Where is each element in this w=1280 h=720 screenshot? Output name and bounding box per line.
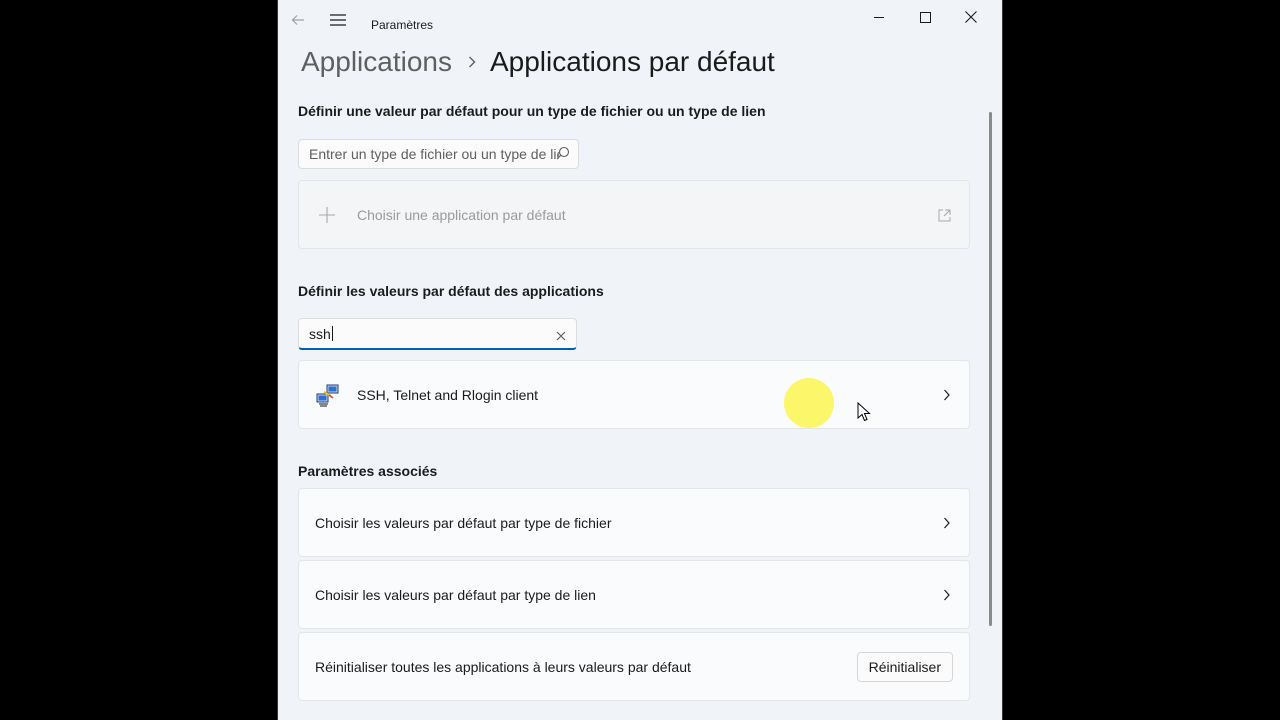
close-icon: [965, 11, 977, 23]
file-type-section-title: Définir une valeur par défaut pour un ty…: [298, 103, 766, 119]
choose-default-app-card: Choisir une application par défaut: [298, 180, 970, 249]
settings-window: Paramètres Applications Applications par…: [277, 0, 1003, 720]
external-link-icon: [938, 209, 951, 225]
network-computers-icon: [315, 383, 341, 412]
maximize-button[interactable]: [902, 2, 948, 32]
related-settings-title: Paramètres associés: [298, 463, 438, 479]
file-type-search-input[interactable]: Entrer un type de fichier ou un type de …: [298, 139, 579, 169]
page-title: Applications par défaut: [489, 46, 775, 77]
breadcrumb-parent-link[interactable]: Applications: [301, 46, 452, 78]
app-search-input[interactable]: ssh: [298, 318, 577, 350]
related-item-label: Choisir les valeurs par défaut par type …: [315, 514, 612, 531]
breadcrumb: Applications Applications par défaut: [301, 46, 775, 78]
app-title: Paramètres: [371, 18, 434, 32]
app-search-value: ssh: [309, 325, 331, 342]
chevron-right-icon: [468, 56, 476, 68]
plus-icon: [319, 207, 335, 226]
navigation-menu-button[interactable]: [322, 6, 354, 34]
reset-defaults-card: Réinitialiser toutes les applications à …: [298, 632, 970, 701]
search-icon: [556, 146, 570, 163]
cursor-highlight: [784, 378, 834, 428]
chevron-right-icon: [943, 516, 951, 533]
text-caret: [331, 326, 333, 341]
hamburger-menu-icon: [330, 14, 346, 26]
clear-search-icon[interactable]: [556, 328, 566, 344]
related-item-label: Choisir les valeurs par défaut par type …: [315, 586, 596, 603]
back-button[interactable]: [282, 6, 314, 34]
title-bar: Paramètres: [278, 0, 1002, 40]
reset-defaults-label: Réinitialiser toutes les applications à …: [315, 658, 691, 675]
related-item-file-type[interactable]: Choisir les valeurs par défaut par type …: [298, 488, 970, 557]
mouse-pointer-icon: [857, 401, 871, 427]
file-type-search-placeholder: Entrer un type de fichier ou un type de …: [309, 146, 559, 162]
chevron-right-icon: [943, 588, 951, 605]
vertical-scrollbar[interactable]: [989, 112, 992, 626]
app-result-name: SSH, Telnet and Rlogin client: [357, 386, 539, 403]
maximize-icon: [919, 11, 931, 23]
close-window-button[interactable]: [948, 2, 994, 32]
reset-button[interactable]: Réinitialiser: [856, 651, 953, 682]
related-item-link-type[interactable]: Choisir les valeurs par défaut par type …: [298, 560, 970, 629]
chevron-right-icon: [943, 388, 951, 405]
apps-section-title: Définir les valeurs par défaut des appli…: [298, 283, 604, 299]
minimize-icon: [874, 17, 884, 18]
minimize-button[interactable]: [856, 2, 902, 32]
back-arrow-icon: [291, 15, 304, 25]
choose-default-app-label: Choisir une application par défaut: [357, 206, 566, 223]
